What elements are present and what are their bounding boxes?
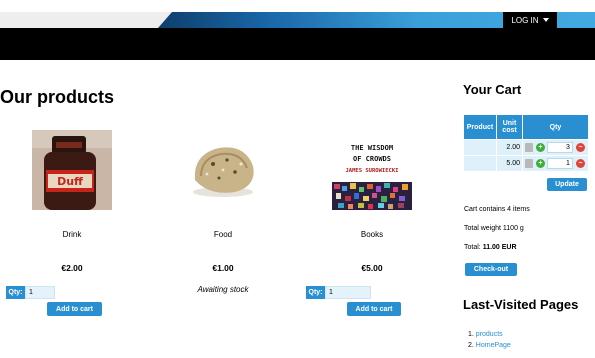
stock-status: Awaiting stock [197,285,249,294]
cart-cell-qty: + 1 − [523,156,588,171]
plus-icon[interactable]: + [535,143,545,152]
cart-cell-unit-cost: 2.00 [497,140,522,155]
cart-cell-product [464,156,496,171]
cart-cell-qty: + 3 − [523,140,588,155]
list-item-number: 1. [468,331,474,338]
svg-text:OF CROWDS: OF CROWDS [353,155,391,163]
top-bar: LOG IN [0,0,595,60]
cart-cell-product [464,140,496,155]
qty-group-books: Qty: 1 [306,286,371,299]
qty-input-books[interactable]: 1 [325,286,371,299]
product-card-books: THE WISDOM OF CROWDS JAMES SUROWIECKI Bo… [312,130,432,273]
last-visited-link-homepage[interactable]: HomePage [476,342,511,349]
add-to-cart-button-drink[interactable]: Add to cart [47,302,102,316]
cart-qty-input[interactable]: 1 [546,158,573,169]
product-name: Drink [62,230,82,239]
checkout-button[interactable]: Check-out [465,263,517,276]
update-cart-button[interactable]: Update [547,178,587,191]
minus-icon[interactable]: − [575,159,585,168]
login-button[interactable]: LOG IN [503,12,557,28]
product-card-drink: Duff Drink €2.00 [12,130,132,273]
list-item-number: 2. [468,342,474,349]
cart-total-value: 11.00 EUR [482,244,517,251]
plus-icon[interactable]: + [535,159,545,168]
cart-row: 2.00 + 3 − [464,140,588,155]
cart-title: Your Cart [463,82,522,97]
svg-text:THE WISDOM: THE WISDOM [351,144,393,152]
cart-qty-input[interactable]: 3 [546,142,573,153]
product-price: €5.00 [361,263,383,273]
cart-item-count: Cart contains 4 items [464,206,530,213]
last-visited-link-products[interactable]: products [476,331,503,338]
product-card-food: Food €1.00 Awaiting stock [163,130,283,294]
qty-group-drink: Qty: 1 [6,286,55,299]
product-name: Food [213,230,233,239]
cart-header-product: Product [464,115,496,139]
cart-header-row: Product Unit cost Qty [464,115,588,139]
cart-total: Total: 11.00 EUR [464,244,517,251]
product-price: €2.00 [61,263,83,273]
caret-down-icon [542,18,549,22]
cart-cell-unit-cost: 5.00 [497,156,522,171]
cart-total-label: Total: [464,244,481,251]
minus-icon[interactable]: − [575,143,585,152]
svg-text:JAMES SUROWIECKI: JAMES SUROWIECKI [346,168,399,174]
product-image-books[interactable]: THE WISDOM OF CROWDS JAMES SUROWIECKI [332,130,412,210]
qty-input-drink[interactable]: 1 [25,286,55,299]
trash-icon[interactable] [525,159,533,168]
last-visited-list: 1. products 2. HomePage [468,331,511,353]
top-bar-black-band [0,28,595,60]
svg-text:Duff: Duff [57,175,83,188]
qty-label: Qty: [6,286,25,299]
login-label: LOG IN [511,15,539,25]
top-bar-white [0,0,595,12]
last-visited-title: Last-Visited Pages [463,297,579,312]
add-to-cart-button-books[interactable]: Add to cart [347,302,401,316]
cart-row: 5.00 + 1 − [464,156,588,171]
cart-total-weight: Total weight 1100 g [464,225,524,232]
qty-label: Qty: [306,286,325,299]
cart-header-unit-cost: Unit cost [497,115,522,139]
page-title: Our products [0,87,115,107]
list-item: 2. HomePage [468,342,511,353]
product-name: Books [360,230,384,239]
trash-icon[interactable] [525,143,533,152]
list-item: 1. products [468,331,511,342]
cart-table: Product Unit cost Qty 2.00 + 3 − 5.00 + … [463,114,589,172]
product-image-drink[interactable]: Duff [32,130,112,210]
product-image-food[interactable] [183,130,263,210]
product-price: €1.00 [212,263,234,273]
cart-header-qty: Qty [523,115,588,139]
